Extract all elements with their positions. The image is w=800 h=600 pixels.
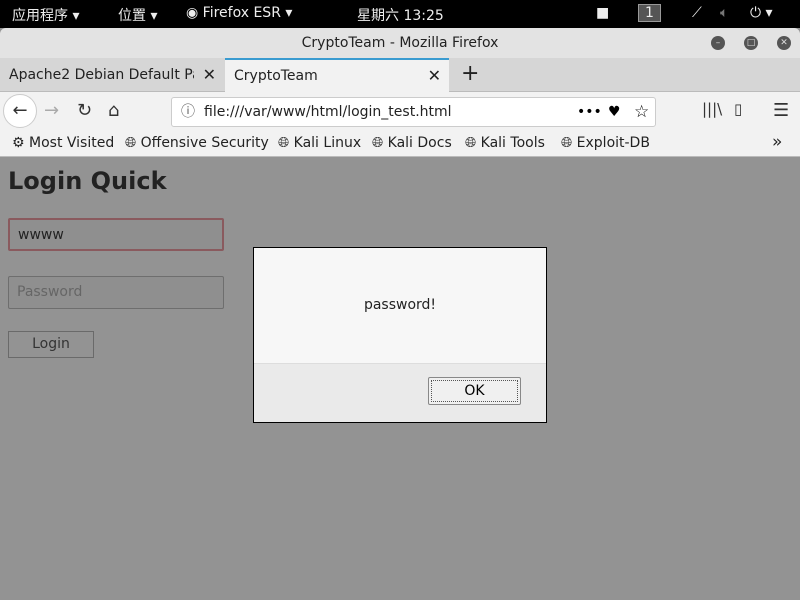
- bookmark-kali-docs[interactable]: 🌐︎ Kali Docs: [372, 135, 452, 151]
- alert-message: password!: [363, 297, 437, 313]
- sidebar-icon[interactable]: ▯: [734, 100, 742, 118]
- bookmark-offensive-security[interactable]: 🌐︎ Offensive Security: [125, 135, 269, 151]
- back-button[interactable]: ←: [3, 94, 37, 128]
- globe-icon: 🌐︎: [278, 135, 290, 151]
- page-heading: Login Quick: [8, 167, 167, 195]
- url-text: file:///var/www/html/login_test.html: [204, 104, 452, 120]
- bookmark-kali-tools[interactable]: 🌐︎ Kali Tools: [465, 135, 545, 151]
- volume-icon: 🔈︎: [720, 5, 729, 21]
- clock[interactable]: 星期六 13:25: [357, 5, 444, 25]
- minimize-button[interactable]: –: [711, 36, 725, 50]
- maximize-button[interactable]: □: [744, 36, 758, 50]
- info-icon[interactable]: ⓘ: [181, 98, 195, 126]
- reload-button[interactable]: ↻: [77, 100, 92, 121]
- window-titlebar: CryptoTeam - Mozilla Firefox – □ ✕: [0, 28, 800, 58]
- gear-icon: ⚙: [12, 135, 25, 151]
- globe-icon: 🌐︎: [125, 135, 137, 151]
- bookmarks-toolbar: ⚙ Most Visited 🌐︎ Offensive Security 🌐︎ …: [0, 130, 800, 157]
- bookmark-exploit-db[interactable]: 🌐︎ Exploit-DB: [561, 135, 650, 151]
- network-icon: ⟋: [692, 5, 702, 21]
- pocket-icon[interactable]: ♥: [608, 98, 621, 126]
- ok-button[interactable]: OK: [428, 377, 521, 405]
- power-menu[interactable]: ⏻ ▾: [750, 5, 773, 21]
- alert-dialog: password! OK: [253, 247, 547, 423]
- home-button[interactable]: ⌂: [108, 100, 119, 121]
- applications-menu[interactable]: 应用程序 ▾: [12, 5, 79, 25]
- system-top-bar: 应用程序 ▾ 位置 ▾ ◉ Firefox ESR ▾ 星期六 13:25 ■ …: [0, 0, 800, 28]
- forward-button[interactable]: →: [44, 100, 59, 121]
- more-bookmarks-chevron-icon[interactable]: »: [772, 132, 782, 152]
- close-tab-icon[interactable]: ✕: [428, 60, 441, 92]
- new-tab-button[interactable]: +: [452, 58, 479, 92]
- page-actions-icon[interactable]: •••: [577, 98, 602, 126]
- bookmark-most-visited[interactable]: ⚙ Most Visited: [12, 135, 114, 151]
- app-menu[interactable]: ◉ Firefox ESR ▾: [186, 5, 292, 21]
- menu-icon[interactable]: ☰: [773, 100, 789, 121]
- close-window-button[interactable]: ✕: [777, 36, 791, 50]
- firefox-icon: ◉: [186, 5, 199, 21]
- close-tab-icon[interactable]: ✕: [203, 58, 216, 92]
- tab-cryptoteam[interactable]: CryptoTeam ✕: [225, 58, 449, 92]
- library-icon[interactable]: |||\: [702, 100, 722, 118]
- password-input[interactable]: Password: [8, 276, 224, 309]
- globe-icon: 🌐︎: [561, 135, 573, 151]
- alert-footer: OK: [254, 363, 546, 422]
- camera-icon: ■: [596, 5, 610, 21]
- globe-icon: 🌐︎: [465, 135, 477, 151]
- places-menu[interactable]: 位置 ▾: [118, 5, 157, 25]
- workspace-indicator[interactable]: 1: [638, 4, 661, 22]
- tab-apache[interactable]: Apache2 Debian Default Page ✕: [0, 58, 224, 92]
- login-button[interactable]: Login: [8, 331, 94, 358]
- bookmark-kali-linux[interactable]: 🌐︎ Kali Linux: [278, 135, 361, 151]
- username-input[interactable]: wwww: [8, 218, 224, 251]
- globe-icon: 🌐︎: [372, 135, 384, 151]
- tab-strip: Apache2 Debian Default Page ✕ CryptoTeam…: [0, 58, 800, 92]
- url-bar[interactable]: ⓘ file:///var/www/html/login_test.html •…: [171, 97, 656, 127]
- window-title: CryptoTeam - Mozilla Firefox: [301, 35, 499, 51]
- bookmark-star-icon[interactable]: ☆: [634, 98, 649, 126]
